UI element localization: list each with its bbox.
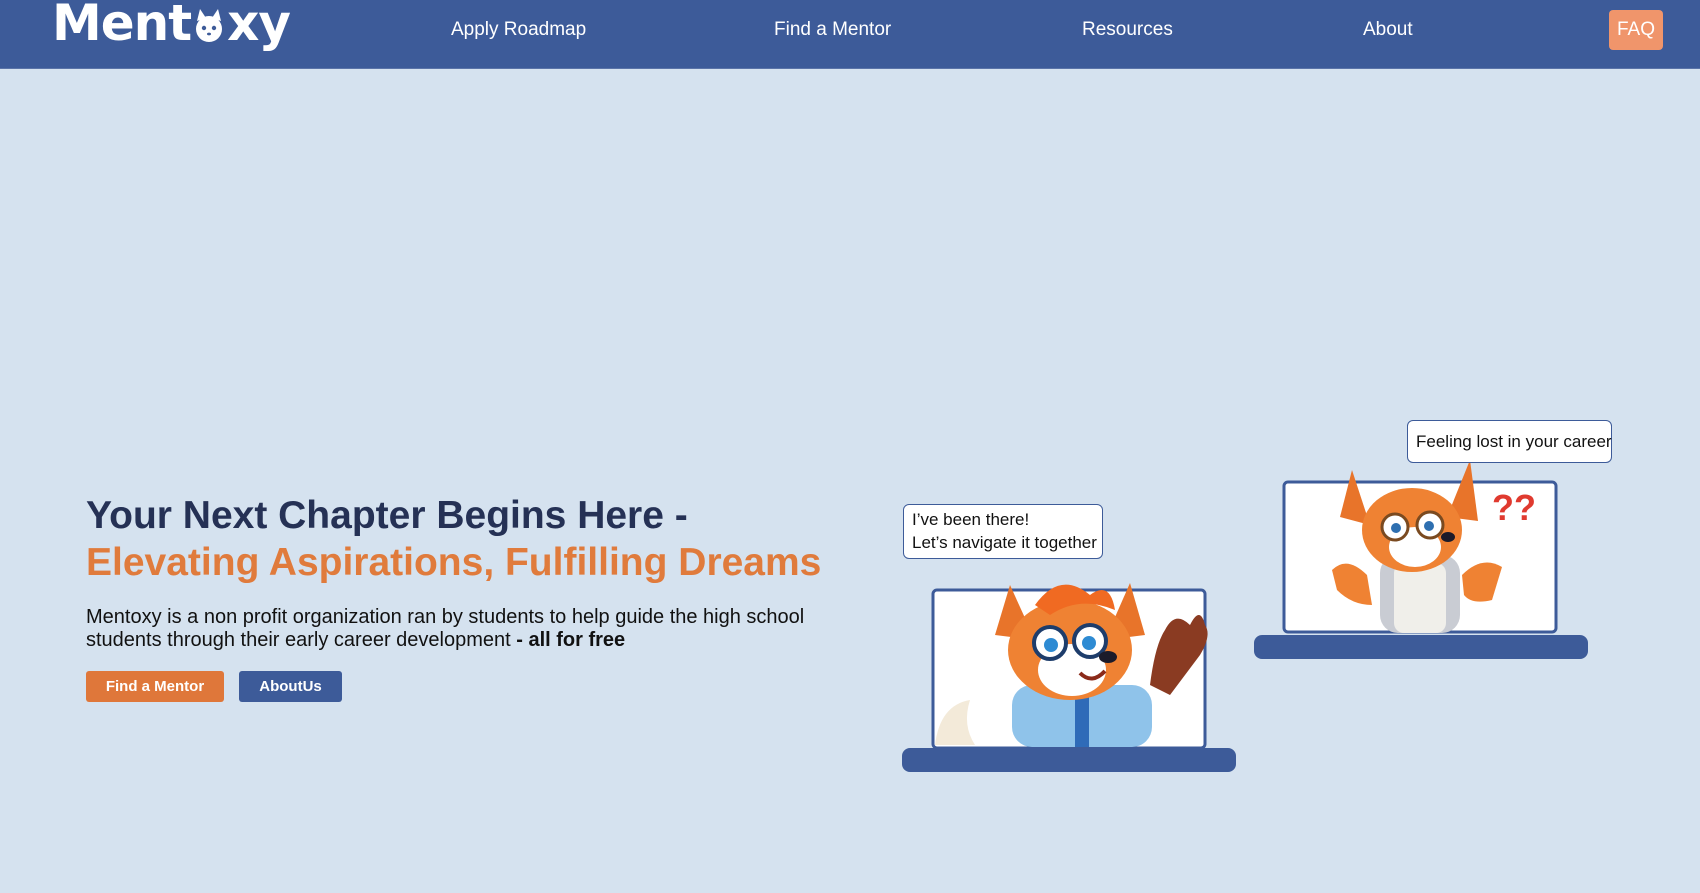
- speech-bubble-left-line2: Let’s navigate it together: [912, 533, 1097, 552]
- logo[interactable]: Ment xy: [52, 0, 291, 52]
- about-us-button[interactable]: AboutUs: [239, 671, 342, 702]
- hero-description-emphasis: - all for free: [510, 629, 626, 651]
- hero-title-line2: Elevating Aspirations, Fulfilling Dreams: [86, 541, 822, 584]
- hero-title-line1: Your Next Chapter Begins Here -: [86, 494, 688, 537]
- speech-bubble-left-line1: I’ve been there!: [912, 510, 1030, 529]
- nav-link-about[interactable]: About: [1363, 19, 1413, 41]
- logo-text-end: xy: [227, 0, 291, 52]
- hero-title: Your Next Chapter Begins Here - Elevatin…: [86, 492, 821, 586]
- speech-bubble-right: Feeling lost in your career: [1407, 420, 1612, 463]
- nav-link-resources[interactable]: Resources: [1082, 19, 1173, 41]
- hero-description-text: Mentoxy is a non profit organization ran…: [86, 606, 805, 651]
- top-nav: Ment xy Apply Roadmap Find a Mentor Reso…: [0, 0, 1700, 69]
- question-marks-text: ??: [1492, 487, 1536, 528]
- fox-logo-icon: [196, 9, 223, 42]
- speech-bubble-left: I’ve been there! Let’s navigate it toget…: [903, 504, 1103, 559]
- hero-description: Mentoxy is a non profit organization ran…: [86, 606, 826, 652]
- find-a-mentor-button[interactable]: Find a Mentor: [86, 671, 224, 702]
- laptop-waving-fox-illustration: [902, 583, 1236, 772]
- logo-text-start: Ment: [52, 0, 192, 52]
- nav-link-find-a-mentor[interactable]: Find a Mentor: [774, 19, 891, 41]
- nav-link-apply-roadmap[interactable]: Apply Roadmap: [451, 19, 586, 41]
- faq-button[interactable]: FAQ: [1609, 10, 1663, 50]
- laptop-confused-fox-illustration: ??: [1254, 460, 1588, 659]
